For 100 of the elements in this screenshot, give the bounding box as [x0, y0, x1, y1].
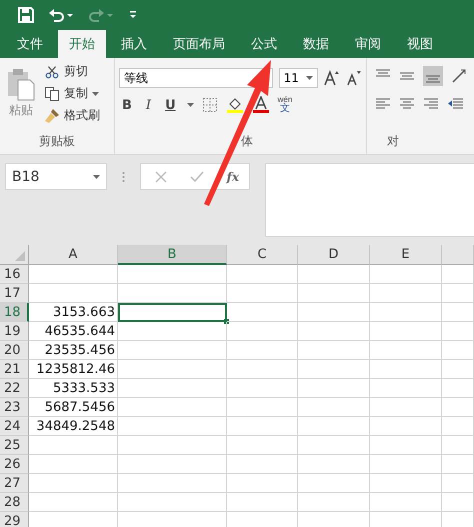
table-cell — [442, 436, 474, 455]
underline-button[interactable]: U — [162, 98, 179, 112]
copy-icon — [44, 86, 60, 102]
group-label: 对 — [387, 133, 400, 150]
table-cell — [227, 379, 298, 398]
table-cell — [298, 360, 370, 379]
caret-icon[interactable] — [186, 103, 194, 107]
table-cell — [227, 322, 298, 341]
fill-handle[interactable] — [224, 319, 229, 324]
shrink-font-icon[interactable] — [346, 70, 362, 86]
table-cell — [227, 455, 298, 474]
group-label: 体 — [241, 133, 254, 150]
row-header[interactable]: 21 — [0, 360, 29, 379]
table-cell — [298, 436, 370, 455]
row-header[interactable]: 28 — [0, 493, 29, 512]
table-cell — [442, 322, 474, 341]
table-cell — [298, 379, 370, 398]
group-label: 剪贴板 — [38, 133, 76, 150]
table-cell — [442, 341, 474, 360]
row-header[interactable]: 16 — [0, 265, 29, 284]
clipboard-icon — [6, 66, 36, 102]
column-header[interactable]: B — [118, 245, 227, 265]
caret-icon — [93, 174, 100, 178]
scissors-icon — [44, 64, 60, 80]
ribbon-tab[interactable]: 审阅 — [344, 30, 392, 58]
table-cell — [227, 398, 298, 417]
table-cell — [370, 379, 442, 398]
fill-color-icon[interactable] — [226, 96, 244, 114]
row-header[interactable]: 27 — [0, 474, 29, 493]
ribbon-tab[interactable]: 视图 — [396, 30, 444, 58]
row-header[interactable]: 20 — [0, 341, 29, 360]
table-cell — [442, 360, 474, 379]
table-cell — [298, 398, 370, 417]
table-cell — [227, 436, 298, 455]
column-header[interactable]: E — [370, 245, 442, 265]
column-header[interactable]: C — [227, 245, 298, 265]
row-header[interactable]: 24 — [0, 417, 29, 436]
row-header[interactable]: 29 — [0, 512, 29, 527]
table-cell — [442, 379, 474, 398]
table-cell — [370, 417, 442, 436]
insert-function-button[interactable]: fx — [226, 170, 239, 184]
formula-input[interactable] — [265, 163, 474, 237]
brush-icon — [44, 108, 60, 124]
row-header[interactable]: 23 — [0, 398, 29, 417]
phonetic-guide-button[interactable]: wén 文 — [278, 96, 292, 114]
bottom-align-icon[interactable] — [423, 66, 443, 86]
table-cell — [227, 265, 298, 284]
row-header[interactable]: 22 — [0, 379, 29, 398]
ribbon-tab[interactable]: 插入 — [110, 30, 158, 58]
row-header[interactable]: 18 — [0, 303, 29, 322]
table-cell — [442, 303, 474, 322]
table-cell — [370, 284, 442, 303]
row-header[interactable]: 25 — [0, 436, 29, 455]
table-cell — [442, 265, 474, 284]
table-cell — [298, 341, 370, 360]
customize-icon[interactable] — [128, 9, 138, 21]
font-name-field[interactable]: 等线 — [119, 68, 273, 88]
table-cell — [370, 398, 442, 417]
row-header[interactable]: 17 — [0, 284, 29, 303]
borders-icon[interactable] — [202, 97, 218, 113]
grow-font-icon[interactable] — [324, 70, 340, 86]
table-cell — [370, 303, 442, 322]
italic-button[interactable]: I — [142, 98, 154, 112]
orientation-icon[interactable] — [451, 68, 467, 84]
format-painter-button[interactable]: 格式刷 — [42, 106, 102, 125]
table-cell — [370, 341, 442, 360]
font-color-icon[interactable] — [252, 96, 270, 114]
cut-button[interactable]: 剪切 — [42, 62, 102, 81]
copy-button[interactable]: 复制 — [42, 84, 102, 103]
bold-button[interactable]: B — [119, 98, 135, 112]
table-cell: 46535.644 — [29, 322, 118, 341]
grip-icon — [122, 171, 125, 183]
table-cell — [227, 341, 298, 360]
caret-icon — [92, 92, 99, 96]
ribbon-tab[interactable]: 公式 — [240, 30, 288, 58]
table-cell: 34849.2548 — [29, 417, 118, 436]
row-header[interactable]: 26 — [0, 455, 29, 474]
ribbon-tab[interactable]: 数据 — [292, 30, 340, 58]
table-cell — [227, 474, 298, 493]
table-cell: 5687.5456 — [29, 398, 118, 417]
name-box[interactable]: B18 — [5, 163, 107, 190]
table-cell — [370, 436, 442, 455]
table-cell — [227, 284, 298, 303]
table-cell: 3153.663 — [29, 303, 118, 322]
table-cell — [442, 398, 474, 417]
table-cell — [298, 303, 370, 322]
ribbon-tab[interactable]: 开始 — [58, 30, 106, 58]
table-cell — [298, 417, 370, 436]
ribbon-tab[interactable]: 文件 — [6, 30, 54, 58]
save-icon[interactable] — [18, 7, 34, 23]
table-cell — [298, 455, 370, 474]
undo-icon[interactable] — [48, 7, 74, 23]
row-header[interactable]: 19 — [0, 322, 29, 341]
table-cell — [370, 360, 442, 379]
ribbon-tab[interactable]: 页面布局 — [162, 30, 236, 58]
table-cell: 23535.456 — [29, 341, 118, 360]
column-header[interactable]: A — [29, 245, 118, 265]
font-size-field[interactable]: 11 — [278, 68, 318, 88]
column-header[interactable]: D — [298, 245, 370, 265]
table-cell: 1235812.46 — [29, 360, 118, 379]
